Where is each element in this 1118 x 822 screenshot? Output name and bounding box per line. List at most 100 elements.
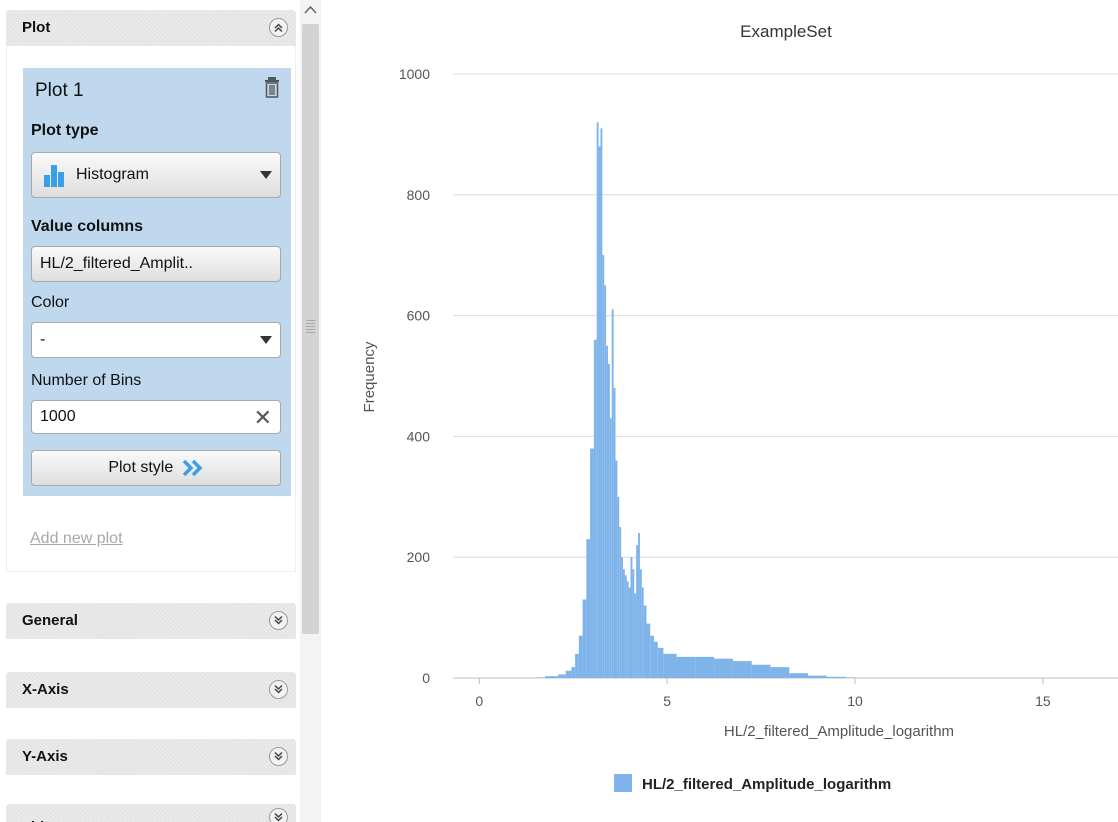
section-title-plot: Plot [22,19,51,36]
bins-label: Number of Bins [31,372,142,389]
value-columns-button[interactable]: HL/2_filtered_Amplit.. [31,246,281,282]
section-title-general: General [22,612,78,629]
histogram-bar [617,496,620,678]
clear-x-icon[interactable]: ✕ [254,405,272,431]
histogram-bar [732,661,752,678]
histogram-bar [626,581,629,678]
double-chevron-down-icon[interactable] [269,611,288,630]
double-chevron-down-icon[interactable] [269,747,288,766]
histogram-bar [609,418,612,678]
histogram-bar [641,587,644,678]
bins-input[interactable]: 1000 ✕ [31,400,281,434]
color-value: - [40,331,46,348]
panel-scrollbar[interactable] [300,0,321,822]
y-tick-label: 200 [407,549,431,565]
histogram-bar [602,255,605,678]
histogram-bar [565,670,572,678]
add-new-plot-link[interactable]: Add new plot [30,530,123,548]
histogram-bar [534,677,546,678]
histogram-bar [628,587,631,678]
x-tick-labels: 0 5 10 15 [475,678,1051,709]
histogram-bar [632,569,635,678]
histogram-bar [714,658,733,678]
section-header-general[interactable]: General [6,603,296,639]
x-axis-label: HL/2_filtered_Amplitude_logarithm [724,723,954,740]
plot-type-dropdown[interactable]: Histogram [31,152,281,198]
histogram-bar [596,122,599,678]
histogram-bar [619,527,622,678]
histogram-bar [578,635,583,678]
histogram-bar [593,339,597,678]
histogram-bar [643,605,647,678]
dropdown-arrow-icon [260,171,272,179]
histogram-bar [636,545,639,678]
histogram-bar [639,569,642,678]
histogram-bar [621,557,624,678]
section-header-x-axis[interactable]: X-Axis [6,672,296,708]
x-tick-label: 0 [475,693,483,709]
histogram-bar [634,593,637,678]
histogram-bar [611,309,614,678]
scrollbar-grip [306,320,315,334]
section-header-title[interactable]: Title [6,804,296,822]
bins-value: 1000 [40,408,76,425]
double-chevron-down-icon[interactable] [269,808,288,822]
double-chevron-right-icon [182,459,203,477]
histogram-bar [575,653,579,678]
histogram-chart: ExampleSet 0 200 400 600 800 1000 0 5 10 15 HL/2… [361,22,1118,793]
histogram-bar [571,667,576,678]
histogram-bar [770,667,790,678]
histogram-bar [545,676,559,678]
histogram-icon [44,165,64,187]
plot-card-title: Plot 1 [35,80,84,101]
plot-style-button[interactable]: Plot style [31,450,281,486]
grid-lines [453,73,1118,679]
section-title-title: Title [22,810,53,822]
histogram-bar [695,656,715,678]
double-chevron-up-icon[interactable] [269,18,288,37]
y-tick-label: 800 [407,187,431,203]
chevron-up-icon[interactable] [300,0,321,20]
histogram-bar [598,146,601,679]
histogram-bar [624,575,627,678]
histogram-bar [623,569,625,678]
histogram-bar [558,674,566,678]
histogram-bar [606,345,608,678]
histogram-bar [600,128,603,679]
y-tick-labels: 0 200 400 600 800 1000 [399,66,430,686]
section-header-y-axis[interactable]: Y-Axis [6,739,296,775]
dropdown-arrow-icon [260,336,272,344]
x-tick-label: 10 [847,693,863,709]
color-dropdown[interactable]: - [31,322,281,358]
histogram-bar [630,557,633,678]
histogram-bar [650,635,655,678]
double-chevron-down-icon[interactable] [269,680,288,699]
plot-type-label: Plot type [31,122,99,139]
histogram-bar [586,539,591,678]
plot-card: Plot 1 Plot type Histogram Value columns… [23,68,291,496]
plot-section-body: Plot 1 Plot type Histogram Value columns… [6,46,296,572]
y-tick-label: 1000 [399,66,430,82]
histogram-bar [582,599,587,678]
chart-area: ExampleSet 0 200 400 600 800 1000 0 5 10 15 HL/2… [322,0,1118,822]
histogram-bar [751,664,771,678]
histogram-bar [604,285,607,678]
legend-label: HL/2_filtered_Amplitude_logarithm [642,776,891,793]
plot-type-value: Histogram [76,166,149,183]
y-tick-label: 600 [407,308,431,324]
histogram-bar [826,676,846,678]
histogram-bar [607,363,610,678]
histogram-bar [657,647,664,678]
x-tick-label: 5 [663,693,671,709]
histogram-bar [808,675,827,678]
y-axis-label: Frequency [361,341,378,412]
y-tick-label: 0 [422,670,430,686]
y-tick-label: 400 [407,428,431,444]
scrollbar-thumb[interactable] [302,24,319,634]
legend-swatch [614,774,632,792]
section-header-plot[interactable]: Plot [6,10,296,46]
section-title-y-axis: Y-Axis [22,748,68,765]
trash-icon[interactable] [265,76,279,98]
section-title-x-axis: X-Axis [22,681,69,698]
histogram-bar [676,656,696,678]
